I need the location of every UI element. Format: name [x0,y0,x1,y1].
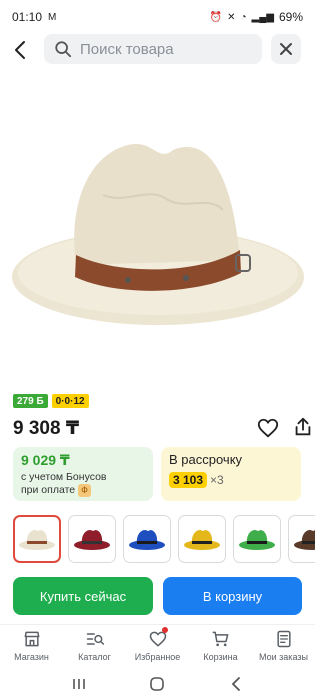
cart-icon [212,631,228,647]
variant-beige[interactable] [13,515,61,563]
nav-label-favorites: Избранное [134,652,181,662]
fedora-hat-image [11,144,304,325]
top-bar: Поиск товара [0,34,315,66]
close-button[interactable] [271,34,301,64]
nav-item-favorites[interactable]: Избранное [126,625,189,666]
hat-thumbnail-icon [184,530,220,550]
variant-yellow[interactable] [178,515,226,563]
search-placeholder: Поиск товара [80,40,174,58]
installment-badge: 0·0·12 [51,394,89,408]
recent-apps-button[interactable] [67,672,91,696]
price-badges: 279 Б 0·0·12 [13,394,89,408]
hat-thumbnail-icon [19,530,55,550]
bonus-text-line2: при оплате [21,484,76,496]
nav-label-cart: Корзина [203,652,238,662]
status-time: 01:10 [12,10,43,24]
bonus-card[interactable]: 9 029 ₸ с учетом Бонусов при оплате Ф [13,447,153,501]
battery-percent: 69% [278,10,303,24]
chevron-left-icon [15,41,25,59]
installment-card[interactable]: В рассрочку 3 103 ×3 [161,447,301,501]
nav-label-orders: Мои заказы [259,652,308,662]
system-back-button[interactable] [224,672,248,696]
installment-row: 3 103 ×3 [169,472,293,488]
system-nav-bar [0,668,315,700]
orders-icon [276,630,291,648]
hat-thumbnail-icon [239,530,275,550]
installment-title: В рассрочку [169,452,243,467]
back-icon [231,677,240,691]
heart-icon [257,418,279,438]
bonus-chip: Ф [78,484,91,497]
hat-thumbnail-icon [74,530,110,550]
variant-brown[interactable] [288,515,315,563]
mute-icon: ✕ [227,11,236,23]
price-row: 9 308 ₸ [13,414,311,442]
variant-burgundy[interactable] [68,515,116,563]
bonus-badge: 279 Б [13,394,48,408]
signal-icon: ▂▄▆ [251,11,274,23]
recent-apps-icon [73,679,85,689]
search-icon [55,41,72,58]
product-image[interactable] [0,70,315,390]
store-icon [24,631,39,647]
variant-green[interactable] [233,515,281,563]
bonus-price: 9 029 ₸ [21,452,70,468]
nav-item-catalog[interactable]: Каталог [63,625,126,666]
variant-blue[interactable] [123,515,171,563]
favorites-icon-wrap [148,627,168,649]
buy-now-button[interactable]: Купить сейчас [13,577,153,615]
nav-item-orders[interactable]: Мои заказы [252,625,315,666]
mail-icon: M [48,11,57,23]
nav-label-store: Магазин [14,652,49,662]
search-input[interactable]: Поиск товара [44,34,262,64]
wifi-icon: ◔ [240,11,247,23]
add-to-cart-button[interactable]: В корзину [163,577,302,615]
nav-label-catalog: Каталог [78,652,111,662]
home-button[interactable] [145,672,169,696]
nav-item-cart[interactable]: Корзина [189,625,252,666]
bonus-text: с учетом Бонусов при оплате Ф [21,471,145,497]
status-bar: 01:10 M ⏰ ✕ ◔ ▂▄▆ 69% [0,0,315,34]
bonus-text-line1: с учетом Бонусов [21,471,107,483]
share-button[interactable] [292,416,316,440]
home-icon [150,677,165,691]
bottom-nav: Магазин Каталог Избранное Корзина Мои за… [0,624,315,666]
notification-dot [161,627,168,633]
installment-multiplier: ×3 [210,473,224,487]
catalog-icon [86,633,104,645]
alarm-icon: ⏰ [209,11,223,23]
favorite-button[interactable] [257,417,281,441]
installment-amount: 3 103 [169,472,208,488]
nav-item-store[interactable]: Магазин [0,625,63,666]
hat-thumbnail-icon [294,530,315,550]
back-button[interactable] [0,34,40,66]
color-variants [13,515,315,565]
share-icon [295,417,311,436]
product-price: 9 308 ₸ [13,417,80,439]
hat-thumbnail-icon [129,530,165,550]
close-icon [280,43,292,55]
